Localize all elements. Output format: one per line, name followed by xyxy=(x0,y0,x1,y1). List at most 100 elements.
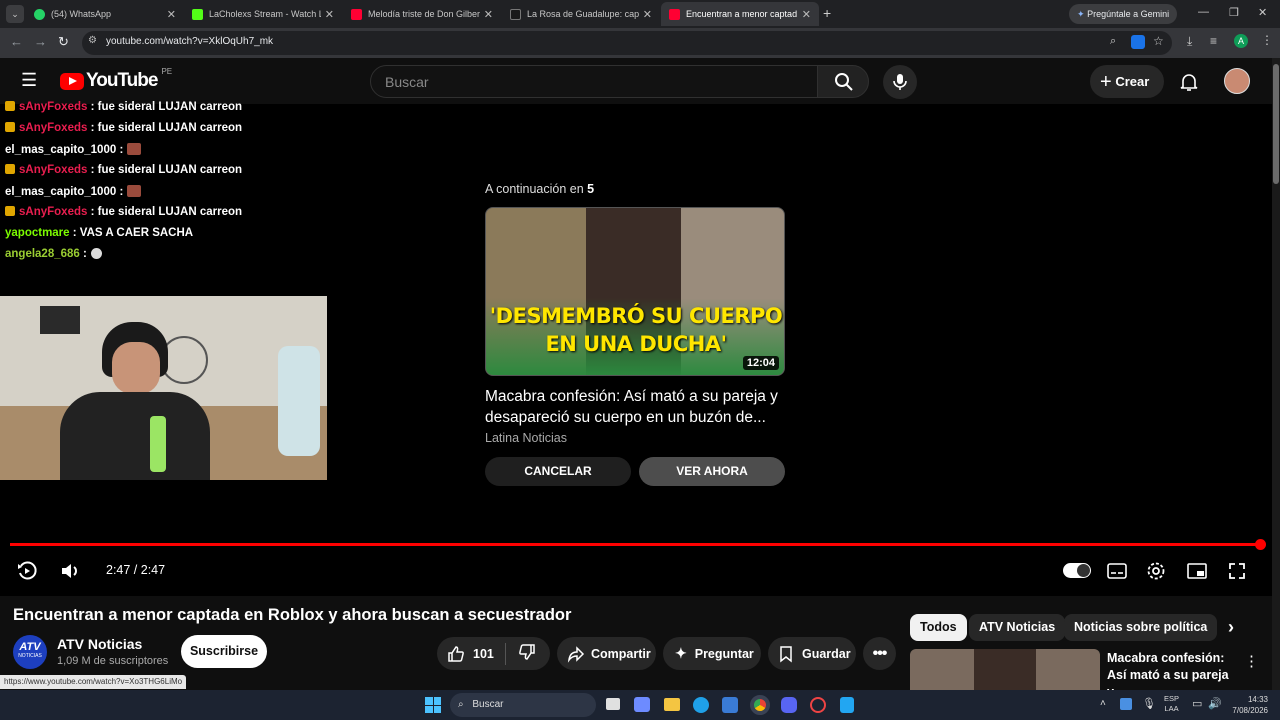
file-explorer-icon[interactable] xyxy=(664,698,680,711)
subscribe-button[interactable]: Suscribirse xyxy=(181,635,267,668)
fullscreen-icon[interactable] xyxy=(1228,562,1246,580)
windows-start-icon[interactable] xyxy=(425,697,441,713)
profile-avatar[interactable]: A xyxy=(1234,34,1248,48)
account-avatar[interactable] xyxy=(1224,68,1250,94)
chat-text: : xyxy=(116,144,124,156)
browser-toolbar: ← → ↻ ⚙ youtube.com/watch?v=XklOqUh7_mk … xyxy=(0,28,1280,58)
translate-icon[interactable] xyxy=(1131,35,1145,49)
scrollbar-thumb[interactable] xyxy=(1273,64,1279,184)
subtitles-icon[interactable] xyxy=(1107,563,1127,579)
autoplay-toggle[interactable] xyxy=(1063,563,1091,578)
gemini-button[interactable]: ✦ Pregúntale a Gemini xyxy=(1069,4,1177,24)
close-tab-icon[interactable]: ✕ xyxy=(484,8,493,21)
up-next-title[interactable]: Macabra confesión: Así mató a su pareja … xyxy=(485,386,785,428)
vscode-icon[interactable] xyxy=(840,697,854,713)
chrome-icon[interactable] xyxy=(750,695,770,715)
language-indicator[interactable]: ESP LAA xyxy=(1164,694,1179,714)
cancel-button[interactable]: CANCELAR xyxy=(485,457,631,486)
close-tab-icon[interactable]: ✕ xyxy=(643,8,652,21)
kick-icon xyxy=(192,8,203,20)
chips-next-arrow-icon[interactable]: › xyxy=(1228,617,1234,638)
address-bar[interactable]: ⚙ youtube.com/watch?v=XklOqUh7_mk ⌕ ☆ xyxy=(82,31,1172,55)
region-label: PE xyxy=(161,67,173,76)
store-icon[interactable] xyxy=(722,697,738,713)
settings-gear-icon[interactable] xyxy=(1146,561,1166,581)
close-window-button[interactable]: ✕ xyxy=(1258,6,1267,19)
youtube-logo[interactable]: YouTube PE xyxy=(60,67,172,91)
network-icon[interactable]: ▭ xyxy=(1192,697,1202,710)
speaker-icon[interactable]: 🔊 xyxy=(1208,697,1222,710)
notifications-bell-icon[interactable] xyxy=(1179,72,1199,92)
discord-icon[interactable] xyxy=(781,697,797,713)
tab-title: Melodía triste de Don Gilberto xyxy=(368,9,480,19)
reload-icon[interactable]: ↻ xyxy=(58,34,69,50)
watch-now-button[interactable]: VER AHORA xyxy=(639,457,785,486)
task-view-icon[interactable] xyxy=(606,698,620,710)
close-tab-icon[interactable]: ✕ xyxy=(325,8,334,21)
browser-tab-rosa[interactable]: La Rosa de Guadalupe: capítulo ✕ xyxy=(502,2,660,26)
streamer-webcam xyxy=(0,296,327,480)
volume-icon[interactable] xyxy=(59,560,81,582)
up-next-channel[interactable]: Latina Noticias xyxy=(485,431,567,445)
up-next-prefix: A continuación en xyxy=(485,182,588,196)
more-actions-button[interactable]: ••• xyxy=(863,637,896,670)
chip-politics[interactable]: Noticias sobre política xyxy=(1064,614,1218,641)
forward-icon[interactable]: → xyxy=(34,34,47,49)
browser-tab-whatsapp[interactable]: (54) WhatsApp ✕ xyxy=(26,2,184,26)
save-button[interactable]: Guardar xyxy=(768,637,856,670)
search-placeholder: Buscar xyxy=(385,74,429,90)
water-bottle xyxy=(278,346,320,456)
download-icon[interactable]: ⤓ xyxy=(1187,34,1192,49)
green-drink xyxy=(150,416,166,472)
zoom-icon[interactable]: ⌕ xyxy=(1110,35,1116,48)
chip-atv-noticias[interactable]: ATV Noticias xyxy=(969,614,1066,641)
share-button[interactable]: Compartir xyxy=(557,637,656,670)
tray-app-icon[interactable] xyxy=(1120,698,1132,710)
like-button[interactable]: 101 xyxy=(437,645,505,663)
close-tab-icon[interactable]: ✕ xyxy=(802,8,811,21)
up-next-thumbnail[interactable]: 'DESMEMBRÓ SU CUERPO EN UNA DUCHA' 12:04 xyxy=(485,207,785,376)
taskbar-search-box[interactable]: ⌕ Buscar xyxy=(450,693,596,717)
miniplayer-icon[interactable] xyxy=(1187,563,1207,579)
clock[interactable]: 14:33 7/08/2026 xyxy=(1226,694,1268,716)
tray-overflow-icon[interactable]: ˄ xyxy=(1100,698,1106,709)
channel-avatar[interactable]: ATV NOTICIAS xyxy=(13,635,47,669)
browser-tab-kick[interactable]: LaCholexs Stream - Watch Live ✕ xyxy=(184,2,342,26)
close-tab-icon[interactable]: ✕ xyxy=(167,8,176,21)
edge-icon[interactable] xyxy=(693,697,709,713)
minimize-button[interactable]: — xyxy=(1198,6,1209,18)
chip-all[interactable]: Todos xyxy=(910,614,967,641)
replay-icon[interactable] xyxy=(16,560,38,582)
back-icon[interactable]: ← xyxy=(10,34,23,49)
bookmark-star-icon[interactable]: ☆ xyxy=(1153,34,1164,48)
subscriber-badge-icon xyxy=(5,206,15,216)
ask-button[interactable]: ✦ Preguntar xyxy=(663,637,761,670)
restore-button[interactable]: ❐ xyxy=(1229,6,1239,19)
site-info-icon[interactable]: ⚙ xyxy=(88,35,97,46)
tray-mic-icon[interactable]: 🎙 xyxy=(1142,697,1156,710)
channel-name[interactable]: ATV Noticias xyxy=(57,636,142,652)
reading-list-icon[interactable]: ≡ xyxy=(1210,34,1217,48)
dislike-button[interactable] xyxy=(506,643,536,664)
search-button[interactable] xyxy=(817,65,869,98)
chat-message: angela28_686 : xyxy=(5,248,102,260)
browser-menu-icon[interactable]: ⋮ xyxy=(1261,33,1273,47)
progress-scrubber[interactable] xyxy=(1255,539,1266,550)
create-button[interactable]: + Crear xyxy=(1090,65,1164,98)
app-icon[interactable] xyxy=(810,697,826,713)
search-input[interactable]: Buscar xyxy=(370,65,818,98)
side-video-thumbnail[interactable] xyxy=(910,649,1100,690)
side-video-more-icon[interactable]: ⋮ xyxy=(1244,652,1259,670)
tab-search-button[interactable]: ⌄ xyxy=(6,5,24,23)
widgets-icon[interactable] xyxy=(634,697,650,712)
chat-username: el_mas_capito_1000 xyxy=(5,144,117,156)
chat-username: sAnyFoxeds xyxy=(19,101,88,113)
browser-tab-youtube-melodia[interactable]: Melodía triste de Don Gilberto ✕ xyxy=(343,2,501,26)
progress-bar[interactable] xyxy=(10,543,1261,546)
hamburger-menu-icon[interactable]: ☰ xyxy=(21,70,37,91)
voice-search-button[interactable] xyxy=(883,65,917,99)
browser-tab-active[interactable]: Encuentran a menor captad ✕ xyxy=(661,2,819,26)
like-count: 101 xyxy=(473,646,494,661)
new-tab-button[interactable]: + xyxy=(823,5,831,21)
language-line1: ESP xyxy=(1164,694,1180,703)
